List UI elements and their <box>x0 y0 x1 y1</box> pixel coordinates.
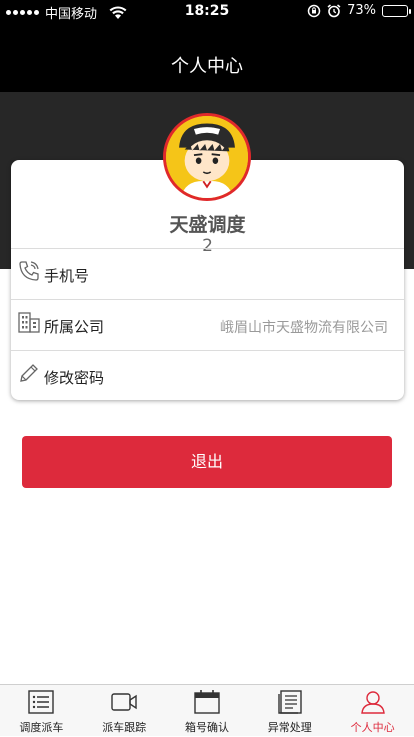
company-value: 峨眉山市天盛物流有限公司 <box>220 320 388 336</box>
tab-dispatch[interactable]: 调度派车 <box>0 685 83 737</box>
user-icon <box>360 691 385 714</box>
tab-exception[interactable]: 异常处理 <box>248 685 331 737</box>
row-phone[interactable]: 手机号 <box>11 248 404 298</box>
page-title: 个人中心 <box>171 56 243 77</box>
video-icon <box>111 693 137 711</box>
avatar[interactable] <box>163 113 251 201</box>
tab-label: 派车跟踪 <box>102 721 147 734</box>
avatar-cartoon-icon <box>166 116 248 198</box>
pencil-icon <box>20 364 38 382</box>
user-name: 天盛调度 <box>169 214 246 236</box>
status-bar: 中国移动 18:25 73% <box>0 0 414 22</box>
row-label: 修改密码 <box>44 369 105 387</box>
building-icon <box>18 312 40 333</box>
tab-profile[interactable]: 个人中心 <box>331 685 414 737</box>
tab-tracking[interactable]: 派车跟踪 <box>83 685 166 737</box>
list-icon <box>28 690 55 714</box>
battery-icon <box>382 4 411 17</box>
phone-icon <box>19 261 39 281</box>
nav-bar: 个人中心 <box>0 22 414 92</box>
status-right: 73% <box>307 3 411 18</box>
calendar-icon <box>194 690 220 714</box>
tab-label: 个人中心 <box>350 721 395 734</box>
row-company[interactable]: 所属公司 峨眉山市天盛物流有限公司 <box>11 299 404 349</box>
logout-button[interactable]: 退出 <box>22 436 392 488</box>
tab-label: 箱号确认 <box>184 721 229 734</box>
row-change-password[interactable]: 修改密码 <box>11 350 404 400</box>
document-icon <box>278 690 302 714</box>
row-label: 手机号 <box>44 267 90 285</box>
alarm-icon <box>327 3 341 17</box>
tab-box-confirm[interactable]: 箱号确认 <box>166 685 249 737</box>
rotation-lock-icon <box>307 4 321 17</box>
tab-bar: 调度派车 派车跟踪 箱号确认 异常处理 个人中心 <box>0 684 414 736</box>
tab-label: 异常处理 <box>267 721 312 734</box>
battery-percent: 73% <box>347 3 376 18</box>
tab-label: 调度派车 <box>19 721 64 734</box>
row-label: 所属公司 <box>44 318 105 336</box>
